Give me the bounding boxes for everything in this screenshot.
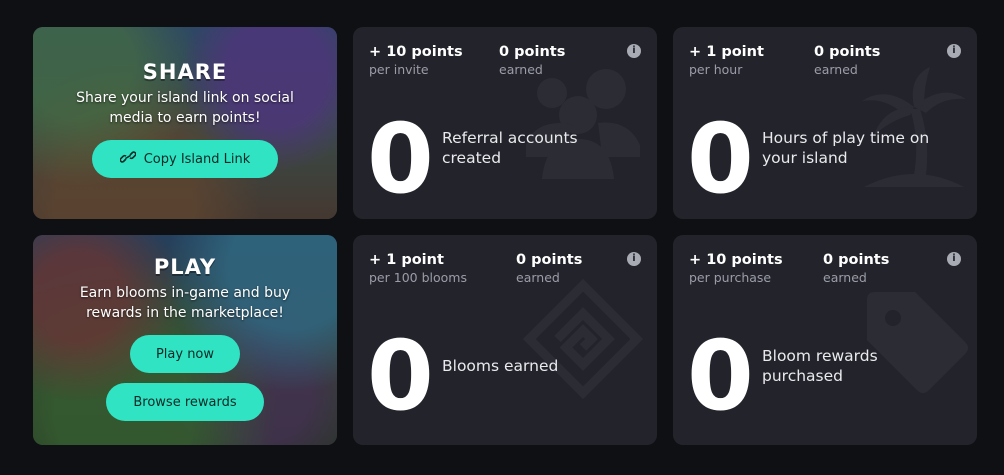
- rewards-grid: SHARE Share your island link on social m…: [33, 27, 977, 445]
- blooms-earned-sub: earned: [516, 270, 560, 285]
- play-card: PLAY Earn blooms in-game and buy rewards…: [33, 235, 337, 445]
- playtime-label: Hours of play time on your island: [762, 129, 930, 167]
- referral-earned-sub: earned: [499, 62, 543, 77]
- purchases-rate-sub: per purchase: [689, 270, 772, 285]
- browse-rewards-button[interactable]: Browse rewards: [106, 383, 264, 421]
- blooms-rate-sub: per 100 blooms: [369, 270, 467, 285]
- bloom-icon: [523, 279, 643, 399]
- info-icon[interactable]: i: [947, 252, 961, 266]
- purchases-stat-card: + 10 points per purchase 0 points earned…: [673, 235, 977, 445]
- copy-island-link-label: Copy Island Link: [143, 151, 251, 167]
- play-now-button[interactable]: Play now: [130, 335, 240, 373]
- play-title: PLAY: [153, 255, 217, 279]
- playtime-count: 0: [687, 103, 754, 215]
- playtime-points-row: + 1 point per hour 0 points earned: [689, 43, 880, 78]
- blooms-rate: + 1 point: [369, 252, 444, 268]
- blooms-stat-card: + 1 point per 100 blooms 0 points earned…: [353, 235, 657, 445]
- referral-stat-card: + 10 points per invite 0 points earned i…: [353, 27, 657, 219]
- info-icon[interactable]: i: [627, 252, 641, 266]
- playtime-rate-sub: per hour: [689, 62, 743, 77]
- referral-earned: 0 points: [499, 44, 566, 60]
- play-description: Earn blooms in-game and buy rewards in t…: [79, 285, 291, 321]
- share-card: SHARE Share your island link on social m…: [33, 27, 337, 219]
- share-description: Share your island link on social media t…: [76, 90, 294, 126]
- blooms-points-row: + 1 point per 100 blooms 0 points earned: [369, 251, 582, 286]
- blooms-count: 0: [367, 320, 434, 432]
- link-icon: [119, 150, 137, 168]
- purchases-label: Bloom rewards purchased: [762, 347, 878, 385]
- referral-count: 0: [367, 103, 434, 215]
- referral-label: Referral accounts created: [442, 129, 578, 167]
- playtime-earned-sub: earned: [814, 62, 858, 77]
- purchases-rate: + 10 points: [689, 252, 783, 268]
- playtime-stat-card: + 1 point per hour 0 points earned i 0 H…: [673, 27, 977, 219]
- referral-points-row: + 10 points per invite 0 points earned: [369, 43, 565, 78]
- purchases-points-row: + 10 points per purchase 0 points earned: [689, 251, 889, 286]
- playtime-rate: + 1 point: [689, 44, 764, 60]
- info-icon[interactable]: i: [627, 44, 641, 58]
- purchases-earned-sub: earned: [823, 270, 867, 285]
- playtime-earned: 0 points: [814, 44, 881, 60]
- referral-rate: + 10 points: [369, 44, 463, 60]
- referral-rate-sub: per invite: [369, 62, 429, 77]
- info-icon[interactable]: i: [947, 44, 961, 58]
- blooms-earned: 0 points: [516, 252, 583, 268]
- purchases-count: 0: [687, 320, 754, 432]
- copy-island-link-button[interactable]: Copy Island Link: [92, 140, 278, 178]
- purchases-earned: 0 points: [823, 252, 890, 268]
- share-title: SHARE: [142, 60, 228, 84]
- blooms-label: Blooms earned: [442, 357, 559, 375]
